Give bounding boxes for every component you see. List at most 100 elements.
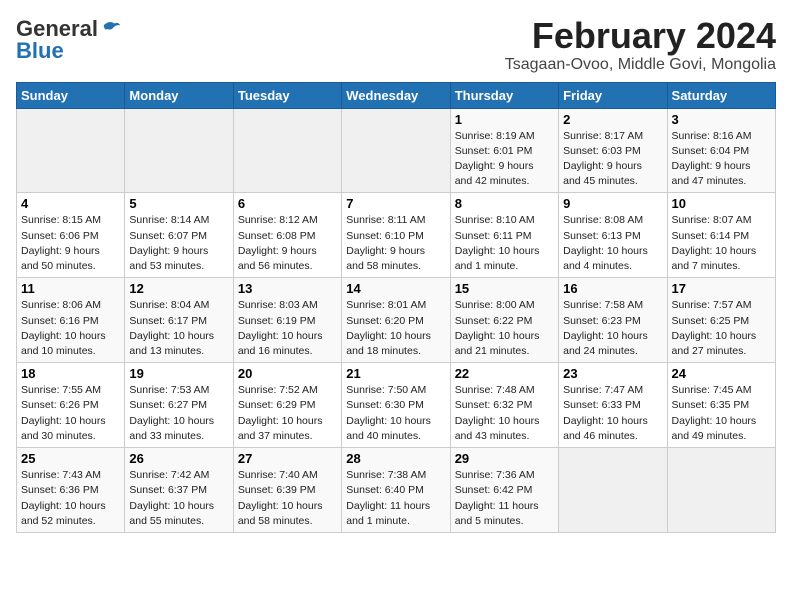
- calendar-week-row: 4 Sunrise: 8:15 AM Sunset: 6:06 PM Daylig…: [17, 193, 776, 278]
- calendar-week-row: 25 Sunrise: 7:43 AM Sunset: 6:36 PM Dayli…: [17, 448, 776, 533]
- calendar-cell: 11 Sunrise: 8:06 AM Sunset: 6:16 PM Dayli…: [17, 278, 125, 363]
- day-info: Sunrise: 7:48 AM Sunset: 6:32 PM Dayligh…: [455, 383, 554, 444]
- day-info: Sunrise: 7:45 AM Sunset: 6:35 PM Dayligh…: [672, 383, 771, 444]
- calendar-week-row: 18 Sunrise: 7:55 AM Sunset: 6:26 PM Dayli…: [17, 363, 776, 448]
- calendar-cell: 10 Sunrise: 8:07 AM Sunset: 6:14 PM Dayli…: [667, 193, 775, 278]
- calendar-cell: 23 Sunrise: 7:47 AM Sunset: 6:33 PM Dayli…: [559, 363, 667, 448]
- day-number: 8: [455, 196, 554, 211]
- calendar-cell: 13 Sunrise: 8:03 AM Sunset: 6:19 PM Dayli…: [233, 278, 341, 363]
- day-number: 25: [21, 451, 120, 466]
- day-info: Sunrise: 7:53 AM Sunset: 6:27 PM Dayligh…: [129, 383, 228, 444]
- calendar-week-row: 1 Sunrise: 8:19 AM Sunset: 6:01 PM Daylig…: [17, 108, 776, 193]
- day-info: Sunrise: 8:03 AM Sunset: 6:19 PM Dayligh…: [238, 298, 337, 359]
- calendar-cell: 26Sunrise: 7:42 AM Sunset: 6:37 PM Dayli…: [125, 448, 233, 533]
- day-info: Sunrise: 8:14 AM Sunset: 6:07 PM Dayligh…: [129, 213, 228, 274]
- day-info: Sunrise: 7:40 AM Sunset: 6:39 PM Dayligh…: [238, 468, 337, 529]
- calendar-cell: 27 Sunrise: 7:40 AM Sunset: 6:39 PM Dayli…: [233, 448, 341, 533]
- calendar-cell: 3 Sunrise: 8:16 AM Sunset: 6:04 PM Daylig…: [667, 108, 775, 193]
- calendar-cell: 1 Sunrise: 8:19 AM Sunset: 6:01 PM Daylig…: [450, 108, 558, 193]
- day-number: 7: [346, 196, 445, 211]
- day-number: 9: [563, 196, 662, 211]
- day-info: Sunrise: 8:07 AM Sunset: 6:14 PM Dayligh…: [672, 213, 771, 274]
- calendar-cell: 22Sunrise: 7:48 AM Sunset: 6:32 PM Dayli…: [450, 363, 558, 448]
- day-number: 4: [21, 196, 120, 211]
- day-number: 2: [563, 112, 662, 127]
- calendar-cell: [667, 448, 775, 533]
- calendar-header-row: Sunday Monday Tuesday Wednesday Thursday…: [17, 82, 776, 108]
- day-number: 18: [21, 366, 120, 381]
- calendar-cell: [559, 448, 667, 533]
- calendar-cell: 28 Sunrise: 7:38 AM Sunset: 6:40 PM Dayli…: [342, 448, 450, 533]
- day-number: 19: [129, 366, 228, 381]
- calendar-cell: 8Sunrise: 8:10 AM Sunset: 6:11 PM Daylig…: [450, 193, 558, 278]
- day-number: 29: [455, 451, 554, 466]
- day-number: 26: [129, 451, 228, 466]
- day-number: 1: [455, 112, 554, 127]
- calendar-cell: 7 Sunrise: 8:11 AM Sunset: 6:10 PM Daylig…: [342, 193, 450, 278]
- calendar-cell: 14Sunrise: 8:01 AM Sunset: 6:20 PM Dayli…: [342, 278, 450, 363]
- page-header: General Blue February 2024 Tsagaan-Ovoo,…: [16, 16, 776, 74]
- calendar-cell: 9 Sunrise: 8:08 AM Sunset: 6:13 PM Daylig…: [559, 193, 667, 278]
- calendar-cell: 24 Sunrise: 7:45 AM Sunset: 6:35 PM Dayli…: [667, 363, 775, 448]
- col-saturday: Saturday: [667, 82, 775, 108]
- calendar-cell: 21Sunrise: 7:50 AM Sunset: 6:30 PM Dayli…: [342, 363, 450, 448]
- day-info: Sunrise: 7:38 AM Sunset: 6:40 PM Dayligh…: [346, 468, 445, 529]
- day-info: Sunrise: 7:52 AM Sunset: 6:29 PM Dayligh…: [238, 383, 337, 444]
- day-info: Sunrise: 8:11 AM Sunset: 6:10 PM Dayligh…: [346, 213, 445, 274]
- calendar-cell: 18 Sunrise: 7:55 AM Sunset: 6:26 PM Dayli…: [17, 363, 125, 448]
- col-tuesday: Tuesday: [233, 82, 341, 108]
- day-number: 10: [672, 196, 771, 211]
- day-number: 11: [21, 281, 120, 296]
- day-number: 16: [563, 281, 662, 296]
- calendar-cell: [125, 108, 233, 193]
- day-info: Sunrise: 8:19 AM Sunset: 6:01 PM Dayligh…: [455, 129, 554, 190]
- day-number: 28: [346, 451, 445, 466]
- day-info: Sunrise: 7:47 AM Sunset: 6:33 PM Dayligh…: [563, 383, 662, 444]
- calendar-cell: 2 Sunrise: 8:17 AM Sunset: 6:03 PM Daylig…: [559, 108, 667, 193]
- calendar-week-row: 11 Sunrise: 8:06 AM Sunset: 6:16 PM Dayli…: [17, 278, 776, 363]
- calendar-cell: 20 Sunrise: 7:52 AM Sunset: 6:29 PM Dayli…: [233, 363, 341, 448]
- calendar-cell: [342, 108, 450, 193]
- col-friday: Friday: [559, 82, 667, 108]
- day-number: 6: [238, 196, 337, 211]
- day-number: 3: [672, 112, 771, 127]
- day-info: Sunrise: 8:06 AM Sunset: 6:16 PM Dayligh…: [21, 298, 120, 359]
- calendar-cell: [233, 108, 341, 193]
- day-info: Sunrise: 7:43 AM Sunset: 6:36 PM Dayligh…: [21, 468, 120, 529]
- logo-blue-text: Blue: [16, 38, 64, 64]
- title-block: February 2024 Tsagaan-Ovoo, Middle Govi,…: [505, 16, 776, 74]
- col-sunday: Sunday: [17, 82, 125, 108]
- day-info: Sunrise: 8:15 AM Sunset: 6:06 PM Dayligh…: [21, 213, 120, 274]
- day-number: 23: [563, 366, 662, 381]
- day-info: Sunrise: 8:08 AM Sunset: 6:13 PM Dayligh…: [563, 213, 662, 274]
- calendar-cell: 19 Sunrise: 7:53 AM Sunset: 6:27 PM Dayli…: [125, 363, 233, 448]
- calendar-cell: 5 Sunrise: 8:14 AM Sunset: 6:07 PM Daylig…: [125, 193, 233, 278]
- day-number: 24: [672, 366, 771, 381]
- logo: General Blue: [16, 16, 122, 64]
- day-info: Sunrise: 7:58 AM Sunset: 6:23 PM Dayligh…: [563, 298, 662, 359]
- day-number: 27: [238, 451, 337, 466]
- day-number: 13: [238, 281, 337, 296]
- col-monday: Monday: [125, 82, 233, 108]
- day-number: 5: [129, 196, 228, 211]
- day-info: Sunrise: 7:36 AM Sunset: 6:42 PM Dayligh…: [455, 468, 554, 529]
- day-number: 17: [672, 281, 771, 296]
- day-number: 12: [129, 281, 228, 296]
- day-info: Sunrise: 8:01 AM Sunset: 6:20 PM Dayligh…: [346, 298, 445, 359]
- day-info: Sunrise: 8:17 AM Sunset: 6:03 PM Dayligh…: [563, 129, 662, 190]
- location-subtitle: Tsagaan-Ovoo, Middle Govi, Mongolia: [505, 56, 776, 74]
- day-info: Sunrise: 7:50 AM Sunset: 6:30 PM Dayligh…: [346, 383, 445, 444]
- day-info: Sunrise: 7:55 AM Sunset: 6:26 PM Dayligh…: [21, 383, 120, 444]
- calendar-cell: 25 Sunrise: 7:43 AM Sunset: 6:36 PM Dayli…: [17, 448, 125, 533]
- calendar-cell: 29 Sunrise: 7:36 AM Sunset: 6:42 PM Dayli…: [450, 448, 558, 533]
- calendar-cell: 4 Sunrise: 8:15 AM Sunset: 6:06 PM Daylig…: [17, 193, 125, 278]
- day-info: Sunrise: 8:16 AM Sunset: 6:04 PM Dayligh…: [672, 129, 771, 190]
- calendar-cell: 12Sunrise: 8:04 AM Sunset: 6:17 PM Dayli…: [125, 278, 233, 363]
- day-info: Sunrise: 8:12 AM Sunset: 6:08 PM Dayligh…: [238, 213, 337, 274]
- day-number: 20: [238, 366, 337, 381]
- calendar-cell: 17Sunrise: 7:57 AM Sunset: 6:25 PM Dayli…: [667, 278, 775, 363]
- month-title: February 2024: [505, 16, 776, 56]
- day-info: Sunrise: 8:00 AM Sunset: 6:22 PM Dayligh…: [455, 298, 554, 359]
- day-number: 15: [455, 281, 554, 296]
- calendar-table: Sunday Monday Tuesday Wednesday Thursday…: [16, 82, 776, 533]
